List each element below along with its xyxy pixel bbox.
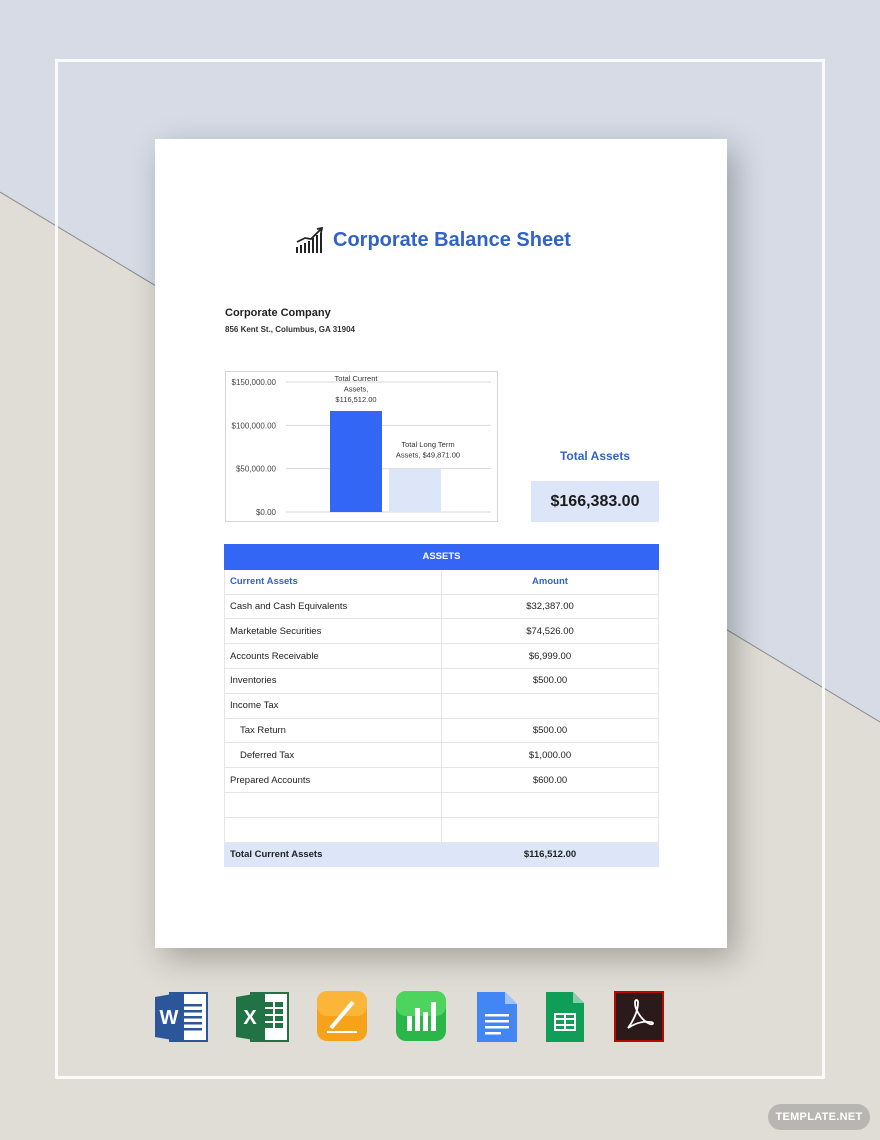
svg-text:W: W [160, 1007, 179, 1029]
template-net-badge[interactable]: TEMPLATE.NET [768, 1104, 870, 1130]
row-label: Prepared Accounts [224, 767, 442, 793]
company-name: Corporate Company [225, 307, 331, 319]
column-header-item: Current Assets [224, 568, 442, 595]
google-docs-icon[interactable] [474, 990, 528, 1044]
data-label: Total Current Assets, $116,512.00 [335, 374, 379, 404]
table-row: Deferred Tax $1,000.00 [224, 742, 659, 769]
row-label: Marketable Securities [224, 618, 442, 645]
row-label [224, 816, 442, 843]
data-label: Total Long Term Assets, $49,871.00 [396, 440, 460, 460]
assets-header-cell: ASSETS [224, 544, 659, 570]
total-assets-value: $166,383.00 [531, 481, 659, 522]
total-row: Total Current Assets $116,512.00 [224, 841, 659, 868]
row-amount [441, 791, 659, 818]
table-row: Cash and Cash Equivalents $32,387.00 [224, 593, 659, 620]
assets-chart: $0.00 $50,000.00 $100,000.00 $150,000.00 Tot… [225, 371, 498, 522]
table-row: Income Tax [224, 692, 659, 719]
table-row [224, 816, 659, 843]
table-row: Accounts Receivable $6,999.00 [224, 643, 659, 669]
document-title: Corporate Balance Sheet [333, 228, 571, 251]
row-label: Tax Return [224, 717, 442, 744]
y-tick-label: $0.00 [256, 508, 277, 517]
total-row-amount: $116,512.00 [441, 841, 659, 868]
y-tick-label: $100,000.00 [232, 421, 277, 430]
row-label: Accounts Receivable [224, 643, 442, 669]
company-address: 856 Kent St., Columbus, GA 31904 [225, 325, 355, 334]
row-amount [441, 816, 659, 843]
svg-text:X: X [243, 1007, 257, 1029]
table-row: Prepared Accounts $600.00 [224, 767, 659, 793]
row-amount: $500.00 [441, 667, 659, 694]
bar [389, 468, 441, 512]
google-sheets-icon[interactable] [545, 990, 599, 1044]
row-amount: $1,000.00 [441, 742, 659, 769]
row-label [224, 791, 442, 818]
table-row [224, 791, 659, 818]
bar [330, 411, 382, 512]
app-icons-row: W X [0, 990, 880, 1044]
row-label: Income Tax [224, 692, 442, 719]
document-page: Corporate Balance Sheet Corporate Compan… [155, 139, 727, 948]
row-amount: $500.00 [441, 717, 659, 744]
y-tick-label: $150,000.00 [232, 378, 277, 387]
row-amount: $32,387.00 [441, 593, 659, 620]
table-row: Tax Return $500.00 [224, 717, 659, 744]
title-row: Corporate Balance Sheet [295, 223, 571, 257]
assets-column-header-row: Current Assets Amount [224, 568, 659, 595]
row-label: Inventories [224, 667, 442, 694]
row-amount [441, 692, 659, 719]
table-row: Inventories $500.00 [224, 667, 659, 694]
y-tick-label: $50,000.00 [236, 465, 277, 474]
row-amount: $6,999.00 [441, 643, 659, 669]
assets-table: ASSETS Current Assets Amount Cash and Ca… [224, 544, 659, 868]
numbers-icon[interactable] [394, 990, 448, 1044]
total-assets-label: Total Assets [559, 449, 631, 463]
assets-table-header: ASSETS [224, 544, 659, 570]
row-label: Cash and Cash Equivalents [224, 593, 442, 620]
word-icon[interactable]: W [154, 990, 208, 1044]
excel-icon[interactable]: X [235, 990, 289, 1044]
table-row: Marketable Securities $74,526.00 [224, 618, 659, 645]
pdf-icon[interactable] [612, 990, 666, 1044]
growth-chart-icon [296, 226, 324, 253]
row-label: Deferred Tax [224, 742, 442, 769]
column-header-amount: Amount [441, 568, 659, 595]
row-amount: $600.00 [441, 767, 659, 793]
assets-chart-svg: $0.00 $50,000.00 $100,000.00 $150,000.00 Tot… [232, 374, 491, 517]
pages-icon[interactable] [315, 990, 369, 1044]
row-amount: $74,526.00 [441, 618, 659, 645]
total-row-label: Total Current Assets [224, 841, 442, 868]
